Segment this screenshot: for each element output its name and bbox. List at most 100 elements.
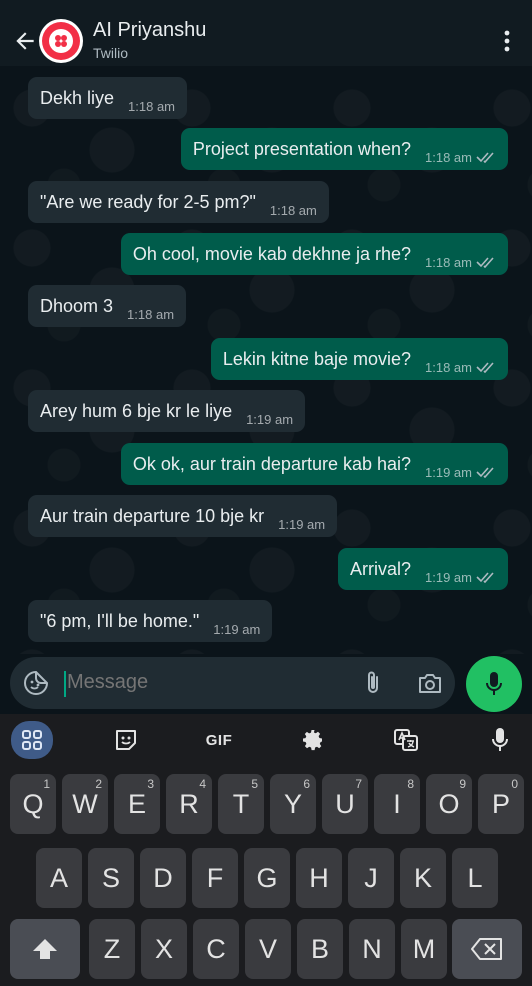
- key-e[interactable]: E3: [114, 774, 160, 834]
- gif-button[interactable]: GIF: [199, 721, 239, 759]
- key-label: Q: [22, 788, 44, 819]
- contact-subtitle[interactable]: Twilio: [93, 45, 128, 61]
- key-b[interactable]: B: [297, 919, 343, 979]
- shift-key[interactable]: [10, 919, 80, 979]
- double-check-icon: [476, 152, 494, 163]
- settings-button[interactable]: [293, 721, 333, 759]
- message-bubble-outgoing[interactable]: Lekin kitne baje movie? 1:18 am: [210, 338, 508, 380]
- message-text: Dekh liye: [40, 87, 115, 108]
- key-w[interactable]: W2: [62, 774, 108, 834]
- key-j[interactable]: J: [348, 848, 394, 908]
- sticker-emoji-icon[interactable]: [23, 670, 49, 696]
- key-t[interactable]: T5: [218, 774, 264, 834]
- key-label: L: [467, 862, 483, 893]
- attach-paperclip-icon[interactable]: [363, 670, 383, 696]
- voice-input-button[interactable]: [480, 721, 520, 759]
- message-bubble-incoming[interactable]: Dekh liye 1:18 am: [28, 77, 188, 119]
- message-bubble-incoming[interactable]: Aur train departure 10 bje kr 1:19 am: [28, 495, 338, 537]
- sticker-button[interactable]: [106, 721, 146, 759]
- key-u[interactable]: U7: [322, 774, 368, 834]
- key-label: A: [49, 862, 68, 893]
- key-p[interactable]: P0: [478, 774, 524, 834]
- key-n[interactable]: N: [349, 919, 395, 979]
- message-time: 1:18 am: [128, 98, 176, 114]
- message-bubble-outgoing[interactable]: Ok ok, aur train departure kab hai? 1:19…: [120, 443, 508, 485]
- message-time: 1:18 am: [425, 149, 472, 165]
- double-check-icon: [476, 572, 494, 583]
- gear-icon: [303, 730, 322, 751]
- message-bubble-incoming[interactable]: Dhoom 3 1:18 am: [28, 285, 187, 327]
- apps-grid-button[interactable]: [11, 721, 53, 759]
- key-r[interactable]: R4: [166, 774, 212, 834]
- message-bubble-incoming[interactable]: "Are we ready for 2-5 pm?" 1:18 am: [28, 181, 329, 223]
- key-o[interactable]: O9: [426, 774, 472, 834]
- key-l[interactable]: L: [452, 848, 498, 908]
- key-label: S: [101, 862, 120, 893]
- mic-icon: [492, 728, 508, 751]
- key-x[interactable]: X: [141, 919, 187, 979]
- key-y[interactable]: Y6: [270, 774, 316, 834]
- message-list[interactable]: Dekh liye 1:18 am Project presentation w…: [0, 66, 532, 654]
- key-a[interactable]: A: [36, 848, 82, 908]
- message-text: Arrival?: [350, 558, 412, 579]
- message-bubble-incoming[interactable]: Arey hum 6 bje kr le liye 1:19 am: [28, 390, 306, 432]
- key-q[interactable]: Q1: [10, 774, 56, 834]
- key-c[interactable]: C: [193, 919, 239, 979]
- translate-icon: [394, 729, 418, 751]
- key-label: G: [256, 862, 278, 893]
- key-label: K: [413, 862, 432, 893]
- message-input-container[interactable]: [10, 657, 455, 709]
- translate-button[interactable]: [386, 721, 426, 759]
- message-time: 1:19 am: [425, 569, 472, 585]
- key-label: Z: [103, 933, 121, 964]
- key-label: E: [127, 788, 146, 819]
- voice-message-button[interactable]: [466, 656, 522, 712]
- double-check-icon: [476, 362, 494, 373]
- key-d[interactable]: D: [140, 848, 186, 908]
- key-f[interactable]: F: [192, 848, 238, 908]
- backspace-icon: [471, 938, 502, 960]
- twilio-logo-icon: [42, 22, 80, 60]
- key-hint: 0: [511, 777, 518, 791]
- message-time: 1:18 am: [269, 202, 317, 218]
- back-arrow-icon[interactable]: [12, 28, 38, 54]
- key-label: R: [179, 788, 199, 819]
- message-text: Dhoom 3: [40, 295, 114, 316]
- message-text: Ok ok, aur train departure kab hai?: [132, 453, 412, 474]
- key-hint: 5: [251, 777, 258, 791]
- key-h[interactable]: H: [296, 848, 342, 908]
- avatar[interactable]: [39, 19, 83, 63]
- key-hint: 3: [147, 777, 154, 791]
- message-time: 1:18 am: [127, 306, 175, 322]
- message-bubble-outgoing[interactable]: Project presentation when? 1:18 am: [180, 128, 508, 170]
- on-screen-keyboard: GIF Q1 W2 E3 R4 T5 Y6 U7 I8 O 9 P 0 A S …: [0, 714, 532, 986]
- message-bubble-outgoing[interactable]: Arrival? 1:19 am: [338, 548, 508, 590]
- key-hint: 2: [95, 777, 102, 791]
- grid-icon: [22, 730, 42, 750]
- gif-label: GIF: [205, 731, 233, 749]
- key-hint: 4: [199, 777, 206, 791]
- key-s[interactable]: S: [88, 848, 134, 908]
- message-bubble-incoming[interactable]: "6 pm, I'll be home." 1:19 am: [28, 600, 273, 642]
- backspace-key[interactable]: [452, 919, 522, 979]
- message-text: Aur train departure 10 bje kr: [40, 505, 265, 526]
- camera-icon[interactable]: [417, 671, 443, 695]
- key-k[interactable]: K: [400, 848, 446, 908]
- key-label: P: [491, 788, 510, 819]
- key-v[interactable]: V: [245, 919, 291, 979]
- key-label: I: [393, 788, 401, 819]
- key-label: T: [232, 788, 250, 819]
- contact-name[interactable]: AI Priyanshu: [93, 19, 206, 42]
- key-z[interactable]: Z: [89, 919, 135, 979]
- message-bubble-outgoing[interactable]: Oh cool, movie kab dekhne ja rhe? 1:18 a…: [120, 233, 508, 275]
- message-time: 1:19 am: [425, 464, 472, 480]
- composer-bar: [0, 654, 532, 714]
- key-m[interactable]: M: [401, 919, 447, 979]
- key-i[interactable]: I8: [374, 774, 420, 834]
- key-label: N: [362, 933, 382, 964]
- key-label: C: [206, 933, 226, 964]
- message-input[interactable]: [67, 671, 347, 694]
- more-options-icon[interactable]: [504, 30, 510, 52]
- key-label: D: [153, 862, 173, 893]
- key-g[interactable]: G: [244, 848, 290, 908]
